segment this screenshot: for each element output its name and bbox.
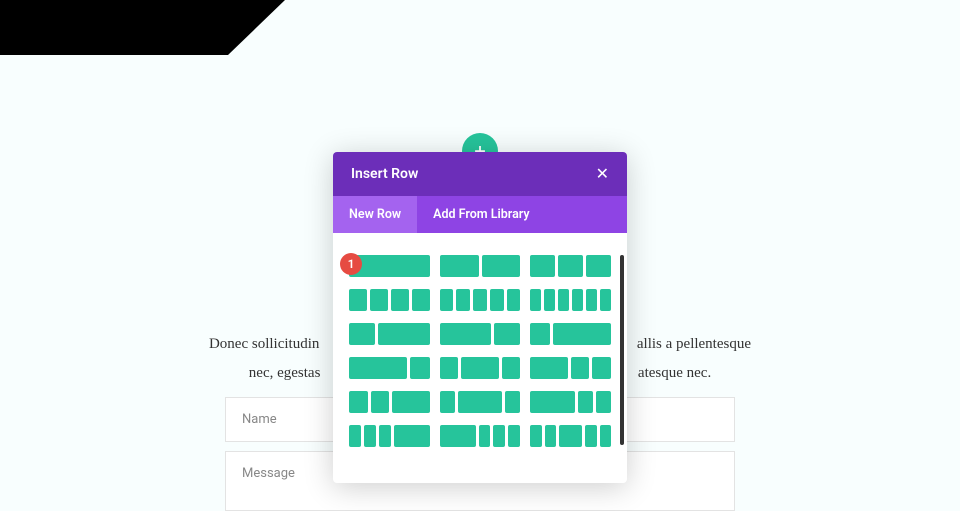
layout-1-4-3-4[interactable]	[530, 323, 611, 345]
message-placeholder: Message	[242, 466, 295, 481]
modal-title: Insert Row	[351, 166, 418, 182]
layout-5col[interactable]	[440, 289, 521, 311]
body-text-right-1: allis a pellentesque	[637, 336, 751, 352]
layout-6col[interactable]	[530, 289, 611, 311]
modal-tabs: New Row Add From Library	[333, 196, 627, 233]
close-icon[interactable]: ✕	[596, 166, 609, 182]
layout-3-4-1-4[interactable]	[349, 357, 430, 379]
layout-1-4-1-4-1-2[interactable]	[349, 391, 430, 413]
body-text-left-1: Donec sollicitudin	[209, 336, 319, 352]
layout-1-2-1-4-1-4[interactable]	[530, 357, 611, 379]
layout-2col[interactable]	[440, 255, 521, 277]
layout-1-3-2-3[interactable]	[349, 323, 430, 345]
layout-4col[interactable]	[349, 289, 430, 311]
annotation-number: 1	[348, 257, 355, 271]
scrollbar-thumb[interactable]	[620, 255, 624, 445]
layouts-grid	[349, 255, 611, 447]
layout-1-2-1-6-1-6-1-6[interactable]	[440, 425, 521, 447]
tab-new-row[interactable]: New Row	[333, 196, 417, 233]
annotation-badge-1: 1	[340, 253, 362, 275]
modal-header: Insert Row ✕	[333, 152, 627, 196]
layout-1-4-1-2-1-4[interactable]	[440, 357, 521, 379]
body-text-right-2: atesque nec.	[638, 365, 711, 381]
layouts-panel	[333, 233, 627, 483]
layout-3col[interactable]	[530, 255, 611, 277]
tab-add-from-library[interactable]: Add From Library	[417, 196, 545, 233]
layout-mixed-6[interactable]	[530, 425, 611, 447]
layout-1-5-3-5-1-5[interactable]	[440, 391, 521, 413]
layout-1-6-1-6-1-6-1-2[interactable]	[349, 425, 430, 447]
name-placeholder: Name	[242, 412, 277, 427]
layout-2-3-1-3[interactable]	[440, 323, 521, 345]
body-text-left-2: nec, egestas	[249, 365, 321, 381]
insert-row-modal: Insert Row ✕ New Row Add From Library	[333, 152, 627, 483]
layout-3-5-1-5-1-5[interactable]	[530, 391, 611, 413]
header-shape	[0, 0, 285, 55]
